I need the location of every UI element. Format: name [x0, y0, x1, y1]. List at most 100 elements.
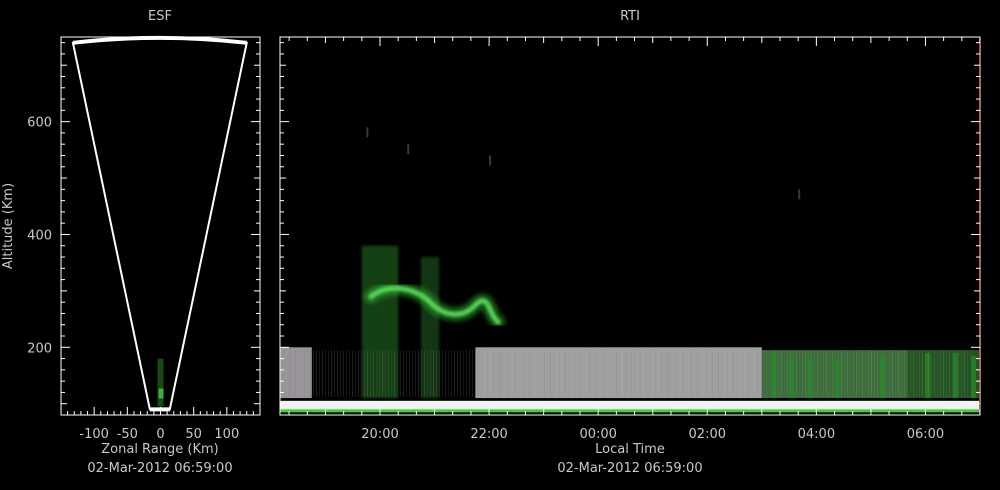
- rti-stripe: [637, 350, 638, 397]
- rti-speck: [489, 155, 492, 166]
- rti-stripe: [856, 350, 857, 397]
- rti-stripe: [625, 350, 626, 397]
- rti-stripe: [589, 350, 590, 397]
- rti-panel: RTI 20:00 22:00 00:00 02:00 04:00 06:00 Local…: [279, 9, 981, 476]
- rti-stripe: [508, 350, 509, 397]
- rti-stripe: [889, 350, 890, 397]
- rti-stripe: [763, 350, 764, 397]
- rti-stripe: [946, 350, 947, 397]
- rti-stripe: [466, 350, 467, 397]
- rti-stripe: [367, 350, 368, 397]
- rti-stripe: [649, 350, 650, 397]
- rti-stripe: [460, 350, 461, 397]
- rti-stripe: [826, 350, 827, 397]
- esf-x-tick-label: -100: [79, 427, 109, 442]
- rti-stripe: [766, 350, 767, 397]
- rti-stripe: [730, 350, 731, 397]
- esf-plot-frame: [60, 36, 261, 416]
- rti-stripe: [547, 350, 548, 397]
- rti-stripe: [475, 350, 476, 397]
- rti-stripe: [943, 350, 944, 397]
- rti-stripe: [565, 350, 566, 397]
- rti-stripe: [949, 350, 950, 397]
- rti-stripe: [493, 350, 494, 397]
- rti-stripe: [967, 350, 968, 397]
- rti-stripe: [844, 350, 845, 397]
- esf-fan-outline: [71, 36, 248, 411]
- rti-stripe: [853, 350, 854, 397]
- rti-stripe: [556, 350, 557, 397]
- rti-bottomside-layer: [761, 350, 908, 399]
- rti-stripe: [505, 350, 506, 397]
- rti-stripe: [358, 350, 359, 397]
- rti-stripe: [553, 350, 554, 397]
- rti-stripe: [577, 350, 578, 397]
- rti-green-column: [770, 352, 776, 399]
- rti-stripe: [298, 350, 299, 397]
- esf-echo: [157, 358, 164, 407]
- rti-stripe: [895, 350, 896, 397]
- rti-stripe: [538, 350, 539, 397]
- rti-stripe: [742, 350, 743, 397]
- rti-stripe: [802, 350, 803, 397]
- rti-stripe: [289, 350, 290, 397]
- rti-date-label: 02-Mar-2012 06:59:00: [557, 461, 702, 476]
- rti-stripe: [550, 350, 551, 397]
- rti-stripe: [607, 350, 608, 397]
- rti-stripe: [682, 350, 683, 397]
- rti-stripe: [337, 350, 338, 397]
- esf-y-axis-label: Altitude (Km): [1, 183, 16, 269]
- rti-stripe: [592, 350, 593, 397]
- rti-stripe: [322, 350, 323, 397]
- rti-stripe: [865, 350, 866, 397]
- esf-echo-core: [158, 388, 164, 399]
- rti-stripe: [871, 350, 872, 397]
- rti-stripe: [832, 350, 833, 397]
- rti-stripe: [403, 350, 404, 397]
- rti-stripe: [685, 350, 686, 397]
- rti-stripe: [478, 350, 479, 397]
- rti-stripe: [829, 350, 830, 397]
- rti-stripe: [781, 350, 782, 397]
- rti-stripe: [820, 350, 821, 397]
- rti-stripe: [304, 350, 305, 397]
- rti-stripe: [370, 350, 371, 397]
- rti-stripe: [562, 350, 563, 397]
- rti-stripe: [559, 350, 560, 397]
- rti-stripe: [661, 350, 662, 397]
- rti-stripe: [502, 350, 503, 397]
- rti-green-column: [807, 355, 813, 399]
- rti-stripe: [520, 350, 521, 397]
- rti-bottom-band-core: [280, 400, 980, 411]
- rti-green-column: [952, 352, 958, 399]
- rti-stripe: [724, 350, 725, 397]
- esf-x-axis-label: Zonal Range (Km): [101, 442, 218, 457]
- rti-stripe: [517, 350, 518, 397]
- rti-stripe: [361, 350, 362, 397]
- rti-stripe: [862, 350, 863, 397]
- rti-stripe: [364, 350, 365, 397]
- rti-stripe: [397, 350, 398, 397]
- rti-stripe: [787, 350, 788, 397]
- rti-stripe: [541, 350, 542, 397]
- rti-stripe: [901, 350, 902, 397]
- esf-fan-top-arc: [72, 35, 247, 45]
- rti-stripe: [940, 350, 941, 397]
- rti-stripe: [739, 350, 740, 397]
- rti-stripe: [736, 350, 737, 397]
- rti-stripe: [922, 350, 923, 397]
- rti-stripe: [496, 350, 497, 397]
- rti-stripe: [910, 350, 911, 397]
- rti-stripe: [700, 350, 701, 397]
- rti-stripe: [622, 350, 623, 397]
- rti-stripe: [346, 350, 347, 397]
- rti-stripe: [964, 350, 965, 397]
- rti-stripe: [658, 350, 659, 397]
- rti-stripe: [436, 350, 437, 397]
- rti-stripe: [667, 350, 668, 397]
- rti-stripe: [715, 350, 716, 397]
- rti-stripe: [400, 350, 401, 397]
- rti-stripe: [733, 350, 734, 397]
- rti-stripe: [421, 350, 422, 397]
- esf-date-label: 02-Mar-2012 06:59:00: [87, 461, 232, 476]
